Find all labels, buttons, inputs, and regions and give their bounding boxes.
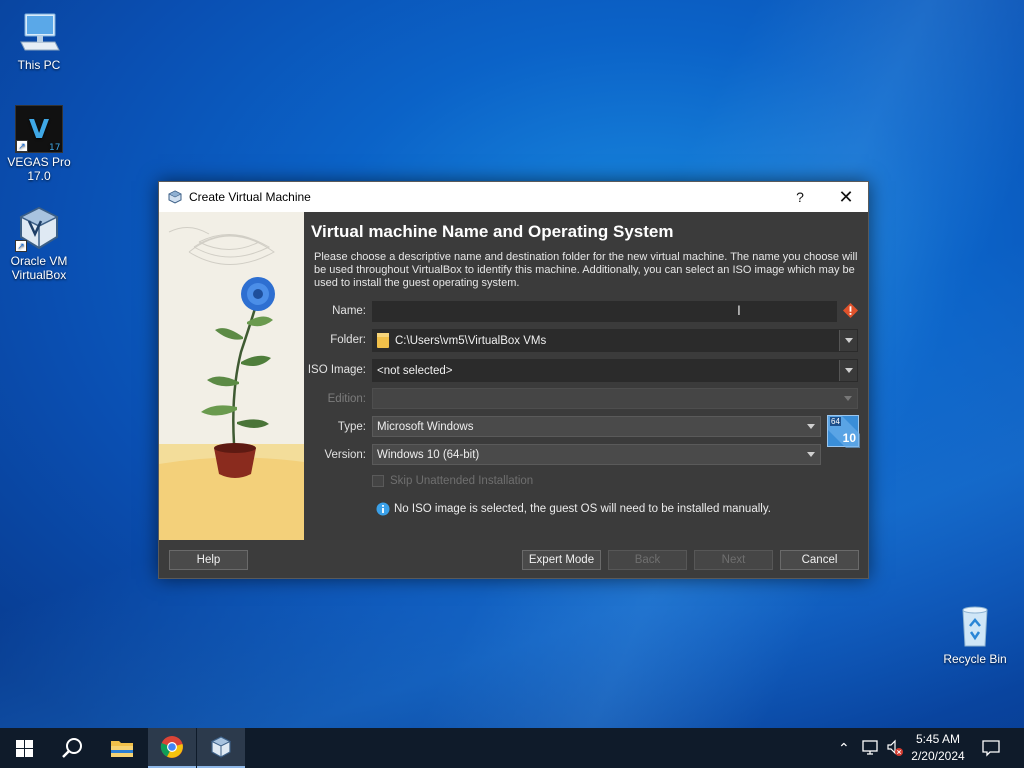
chevron-down-icon: [839, 389, 857, 408]
desktop-icon-virtualbox[interactable]: ↗ Oracle VM VirtualBox: [1, 204, 77, 282]
cancel-button[interactable]: Cancel: [780, 550, 859, 570]
text-cursor-icon: I: [737, 302, 741, 318]
desktop-icon-label: VEGAS Pro: [7, 155, 71, 169]
edition-label: Edition:: [327, 393, 366, 405]
vegas-pro-icon: V 17 ↗: [15, 105, 63, 153]
folder-icon: [377, 333, 389, 348]
page-description: Please choose a descriptive name and des…: [314, 251, 858, 289]
type-label: Type:: [337, 421, 366, 433]
search-icon: [62, 738, 82, 758]
folder-dropdown-button[interactable]: [839, 330, 857, 351]
dialog-titlebar[interactable]: Create Virtual Machine ? ✕: [159, 182, 868, 212]
os-badge-version: 10: [842, 431, 856, 445]
virtualbox-icon: ↗: [15, 204, 63, 252]
svg-text:17: 17: [49, 143, 60, 153]
wizard-illustration: [159, 212, 304, 540]
chevron-down-icon: [802, 445, 820, 464]
recycle-bin-icon: [951, 602, 999, 650]
desktop-icon-label: Oracle VM: [10, 254, 68, 268]
expert-mode-button[interactable]: Expert Mode: [522, 550, 601, 570]
iso-image-combo[interactable]: <not selected>: [372, 359, 858, 382]
checkbox-box: [372, 475, 384, 487]
shortcut-arrow-icon: ↗: [16, 140, 28, 152]
desktop-icon-label: VirtualBox: [11, 268, 67, 282]
help-button[interactable]: Help: [169, 550, 248, 570]
desktop-icon-this-pc[interactable]: This PC: [1, 8, 77, 72]
chevron-up-icon[interactable]: ⌃: [838, 740, 850, 757]
type-combo[interactable]: Microsoft Windows: [372, 416, 821, 437]
taskbar: ⌃ 5:45 AM 2/20/2024: [0, 728, 1024, 768]
dialog-button-bar: Help Expert Mode Back Next Cancel: [159, 540, 868, 578]
version-combo[interactable]: Windows 10 (64-bit): [372, 444, 821, 465]
skip-unattended-checkbox: Skip Unattended Installation: [372, 475, 533, 487]
clock-time[interactable]: 5:45 AM: [906, 732, 970, 746]
shortcut-arrow-icon: ↗: [15, 240, 27, 252]
type-value: Microsoft Windows: [377, 420, 474, 433]
folder-value: C:\Users\vm5\VirtualBox VMs: [395, 334, 547, 347]
info-icon: [376, 502, 390, 516]
chevron-down-icon: [802, 417, 820, 436]
info-message-row: No ISO image is selected, the guest OS w…: [376, 502, 771, 516]
desktop-icon-label: 17.0: [27, 169, 51, 183]
version-value: Windows 10 (64-bit): [377, 448, 480, 461]
taskbar-chrome[interactable]: [148, 728, 196, 768]
warning-icon: [843, 303, 858, 318]
folder-combo[interactable]: C:\Users\vm5\VirtualBox VMs: [372, 329, 858, 352]
notifications-icon[interactable]: [982, 739, 1000, 757]
taskbar-virtualbox[interactable]: [197, 728, 245, 768]
search-button[interactable]: [48, 728, 96, 768]
windows-logo-icon: [15, 739, 33, 757]
iso-dropdown-button[interactable]: [839, 360, 857, 381]
start-button[interactable]: [0, 728, 48, 768]
version-label: Version:: [324, 449, 366, 461]
name-label: Name:: [332, 305, 366, 317]
iso-label: ISO Image:: [307, 364, 366, 376]
edition-combo: [372, 388, 858, 409]
windows-10-os-icon: 64 10: [827, 415, 860, 448]
info-message: No ISO image is selected, the guest OS w…: [394, 503, 771, 515]
taskbar-file-explorer[interactable]: [98, 728, 146, 768]
iso-value: <not selected>: [377, 364, 453, 377]
wizard-page: Virtual machine Name and Operating Syste…: [304, 212, 868, 540]
desktop-icon-label: Recycle Bin: [943, 652, 1007, 666]
page-heading: Virtual machine Name and Operating Syste…: [311, 222, 674, 241]
name-field[interactable]: [372, 301, 837, 322]
help-title-button[interactable]: ?: [777, 182, 823, 212]
desktop-icon-label: This PC: [17, 58, 61, 72]
close-button[interactable]: ✕: [823, 182, 869, 212]
os-badge-bits: 64: [830, 417, 841, 426]
desktop-icon-vegas-pro[interactable]: V 17 ↗ VEGAS Pro 17.0: [1, 105, 77, 183]
desktop-icon-recycle-bin[interactable]: Recycle Bin: [937, 602, 1013, 666]
svg-text:V: V: [29, 115, 49, 145]
virtualbox-icon: [210, 736, 232, 758]
chrome-icon: [160, 736, 183, 758]
chevron-down-icon: [844, 368, 853, 373]
folder-icon: [111, 741, 133, 757]
network-icon[interactable]: [862, 740, 880, 756]
volume-muted-icon[interactable]: [886, 739, 904, 757]
folder-label: Folder:: [330, 334, 366, 346]
chevron-down-icon: [844, 338, 853, 343]
virtualbox-icon: [168, 190, 182, 204]
create-vm-dialog: Create Virtual Machine ? ✕ Virtual machi…: [158, 181, 869, 579]
skip-unattended-label: Skip Unattended Installation: [390, 475, 534, 487]
dialog-title: Create Virtual Machine: [189, 190, 311, 204]
back-button: Back: [608, 550, 687, 570]
clock-date[interactable]: 2/20/2024: [906, 749, 970, 763]
computer-icon: [15, 8, 63, 56]
next-button: Next: [694, 550, 773, 570]
